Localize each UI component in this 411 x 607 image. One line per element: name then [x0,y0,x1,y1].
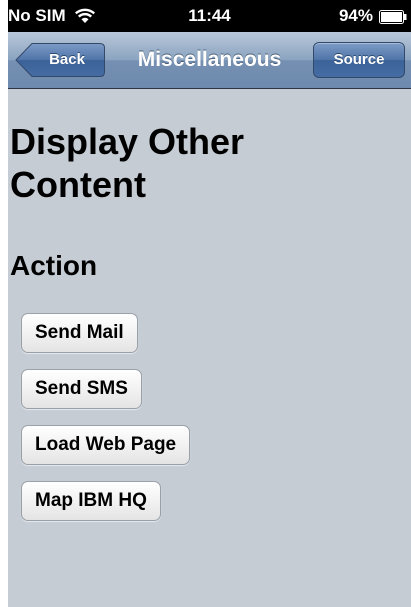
source-button[interactable]: Source [313,42,405,78]
status-bar: No SIM 11:44 94% [8,0,411,32]
app-screen: No SIM 11:44 94% Back Miscellaneous Sour… [8,0,411,607]
nav-title: Miscellaneous [137,48,282,71]
page-title: Display Other Content [10,121,245,205]
back-button[interactable]: Back [14,42,106,78]
send-sms-button[interactable]: Send SMS [21,369,142,409]
battery-icon [379,9,407,24]
battery-percent: 94% [338,6,373,25]
section-heading-action: Action [10,250,98,281]
load-web-page-button[interactable]: Load Web Page [21,425,191,465]
send-mail-button[interactable]: Send Mail [21,313,138,353]
back-button-label: Back [49,51,85,68]
map-ibm-hq-button[interactable]: Map IBM HQ [21,481,161,521]
status-battery-group: 94% [339,6,407,26]
navigation-bar: Back Miscellaneous Source [8,32,411,89]
